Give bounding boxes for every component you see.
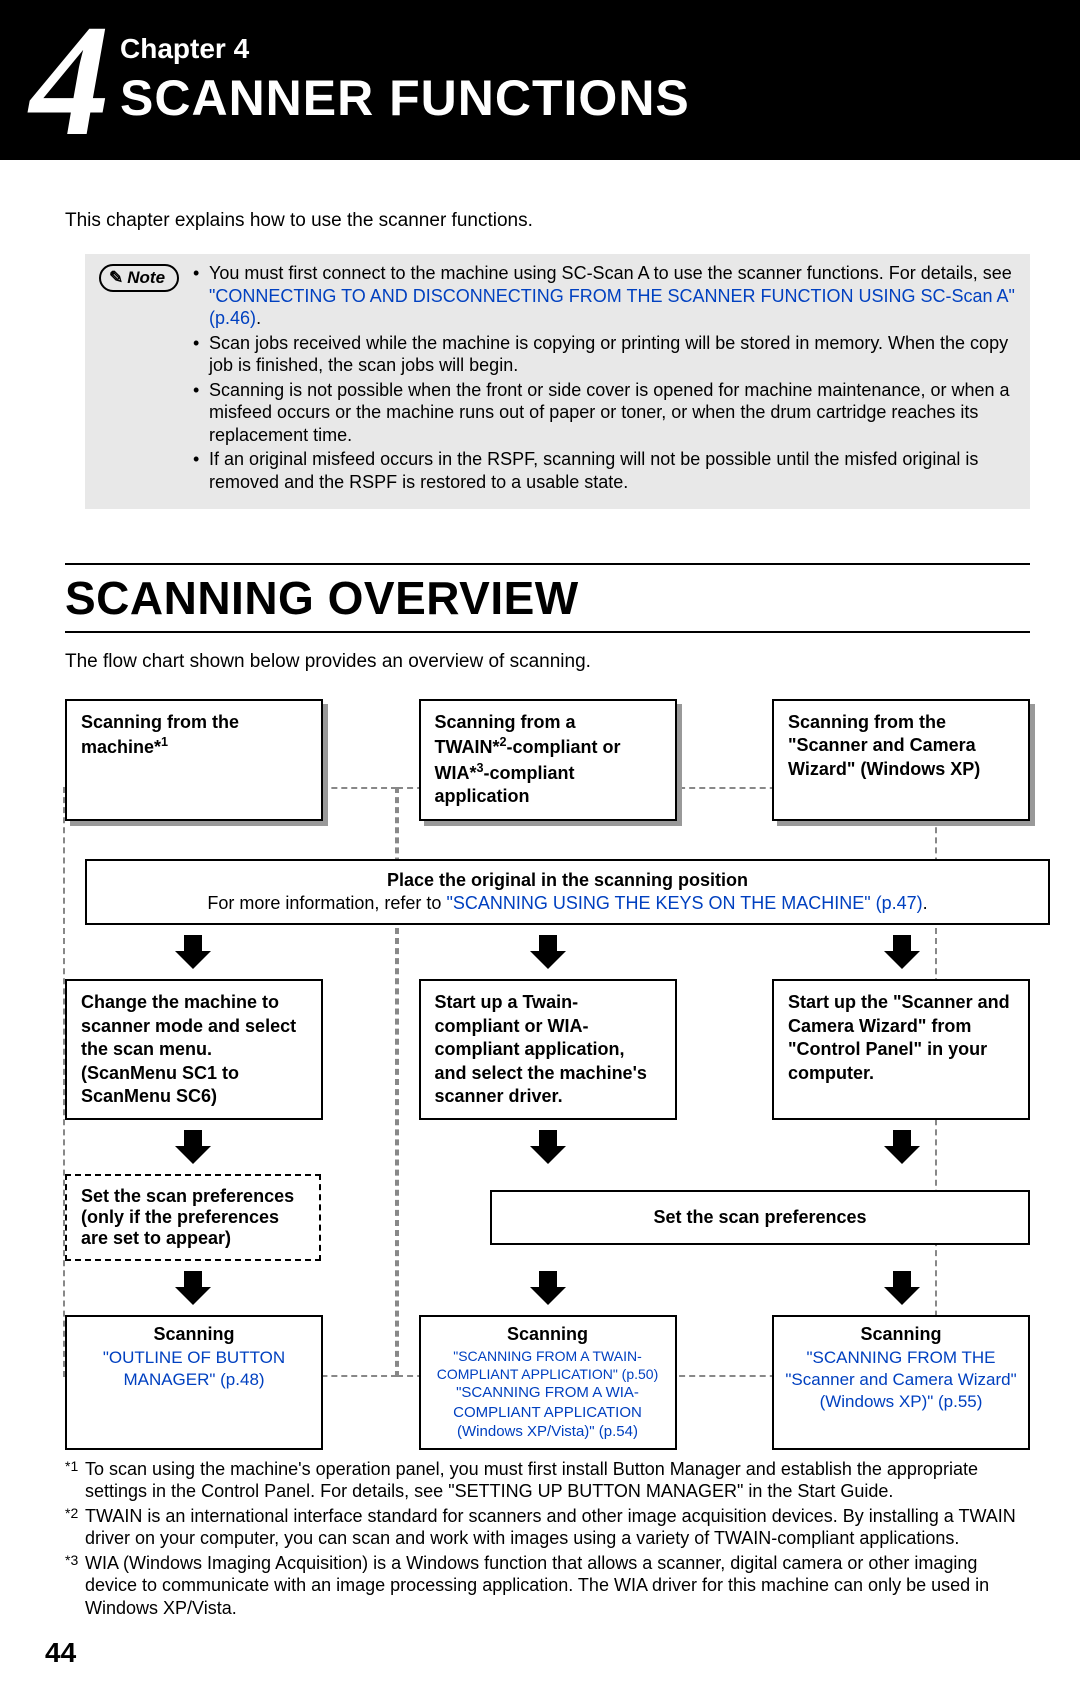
down-arrow-icon [884, 1130, 920, 1164]
down-arrow-icon [175, 1271, 211, 1305]
text: Scanning from the machine* [81, 712, 239, 757]
note-badge: Note [99, 264, 179, 292]
footnote-mark: *3 [65, 1552, 85, 1620]
chapter-label: Chapter 4 [120, 33, 690, 65]
down-arrow-icon [530, 1130, 566, 1164]
note-text: You must first connect to the machine us… [209, 263, 1012, 283]
footnote-mark: *2 [65, 1505, 85, 1550]
chapter-number: 4 [30, 0, 110, 160]
page-number: 44 [45, 1637, 1030, 1669]
footnote-text: WIA (Windows Imaging Acquisition) is a W… [85, 1552, 1030, 1620]
flow-row-scan: Scanning "OUTLINE OF BUTTON MANAGER" (p.… [65, 1315, 1030, 1449]
flow-row-top: Scanning from the machine*1 Scanning fro… [65, 699, 1030, 821]
flow-row-prefs: Set the scan preferences (only if the pr… [65, 1174, 1030, 1261]
note-item: Scanning is not possible when the front … [193, 379, 1016, 447]
note-list: You must first connect to the machine us… [193, 262, 1016, 495]
footnote-mark: *1 [65, 1458, 85, 1503]
flow-box-place-original: Place the original in the scanning posit… [85, 859, 1050, 926]
down-arrow-icon [530, 1271, 566, 1305]
footnote: *2TWAIN is an international interface st… [65, 1505, 1030, 1550]
arrow-row [65, 1130, 1030, 1164]
text: -compliant or [507, 737, 621, 757]
down-arrow-icon [884, 1271, 920, 1305]
note-text-end: . [256, 308, 261, 328]
flow-box-title: Place the original in the scanning posit… [387, 870, 748, 890]
text: TWAIN* [435, 737, 500, 757]
chapter-title-block: Chapter 4 SCANNER FUNCTIONS [120, 33, 690, 127]
down-arrow-icon [175, 1130, 211, 1164]
flow-box-scanning-twain: Scanning "SCANNING FROM A TWAIN-COMPLIAN… [419, 1315, 677, 1449]
flow-row-mid: Change the machine to scanner mode and s… [65, 979, 1030, 1120]
text: . [923, 893, 928, 913]
text: WIA* [435, 763, 477, 783]
superscript: 3 [477, 761, 484, 775]
down-arrow-icon [884, 935, 920, 969]
flow-box-title: Scanning [860, 1324, 941, 1344]
flow-link[interactable]: "SCANNING FROM A WIA-COMPLIANT APPLICATI… [427, 1383, 669, 1442]
footnote: *3WIA (Windows Imaging Acquisition) is a… [65, 1552, 1030, 1620]
chapter-header: 4 Chapter 4 SCANNER FUNCTIONS [0, 0, 1080, 160]
flow-box-title: Scanning [153, 1324, 234, 1344]
flow-box-scanning-wizard: Scanning "SCANNING FROM THE "Scanner and… [772, 1315, 1030, 1449]
superscript: 2 [500, 735, 507, 749]
flow-link[interactable]: "OUTLINE OF BUTTON MANAGER" (p.48) [73, 1347, 315, 1391]
flow-box-scan-twain-wia: Scanning from a TWAIN*2-compliant or WIA… [419, 699, 677, 821]
flow-box-change-mode: Change the machine to scanner mode and s… [65, 979, 323, 1120]
note-item: You must first connect to the machine us… [193, 262, 1016, 330]
footnote: *1To scan using the machine's operation … [65, 1458, 1030, 1503]
flowchart: Scanning from the machine*1 Scanning fro… [65, 699, 1030, 1450]
text: For more information, refer to [207, 893, 446, 913]
chapter-title: SCANNER FUNCTIONS [120, 69, 690, 127]
flow-box-prefs: Set the scan preferences [490, 1190, 1030, 1245]
footnote-text: TWAIN is an international interface stan… [85, 1505, 1030, 1550]
note-item: Scan jobs received while the machine is … [193, 332, 1016, 377]
flow-link[interactable]: "SCANNING FROM THE "Scanner and Camera W… [780, 1347, 1022, 1413]
flow-intro: The flow chart shown below provides an o… [65, 651, 1030, 673]
arrow-row [65, 1271, 1030, 1305]
superscript: 1 [161, 735, 168, 749]
flow-box-prefs-conditional: Set the scan preferences (only if the pr… [65, 1174, 321, 1261]
flow-box-title: Scanning [507, 1324, 588, 1344]
note-link[interactable]: "CONNECTING TO AND DISCONNECTING FROM TH… [209, 286, 1015, 329]
note-item: If an original misfeed occurs in the RSP… [193, 448, 1016, 493]
arrow-row [65, 935, 1030, 969]
page-content: This chapter explains how to use the sca… [0, 160, 1080, 1689]
flow-link[interactable]: "SCANNING USING THE KEYS ON THE MACHINE"… [446, 893, 922, 913]
down-arrow-icon [530, 935, 566, 969]
note-box: Note You must first connect to the machi… [85, 254, 1030, 509]
footnotes: *1To scan using the machine's operation … [65, 1458, 1030, 1620]
down-arrow-icon [175, 935, 211, 969]
section-heading: SCANNING OVERVIEW [65, 563, 1030, 633]
flow-box-start-app: Start up a Twain-compliant or WIA-compli… [419, 979, 677, 1120]
flow-link[interactable]: "SCANNING FROM A TWAIN-COMPLIANT APPLICA… [427, 1347, 669, 1383]
intro-text: This chapter explains how to use the sca… [65, 210, 1030, 232]
flow-box-start-wizard: Start up the "Scanner and Camera Wizard"… [772, 979, 1030, 1120]
footnote-text: To scan using the machine's operation pa… [85, 1458, 1030, 1503]
flow-box-scan-machine: Scanning from the machine*1 [65, 699, 323, 821]
flow-box-scan-wizard: Scanning from the "Scanner and Camera Wi… [772, 699, 1030, 821]
flow-box-scanning-machine: Scanning "OUTLINE OF BUTTON MANAGER" (p.… [65, 1315, 323, 1449]
text: Scanning from a [435, 712, 576, 732]
